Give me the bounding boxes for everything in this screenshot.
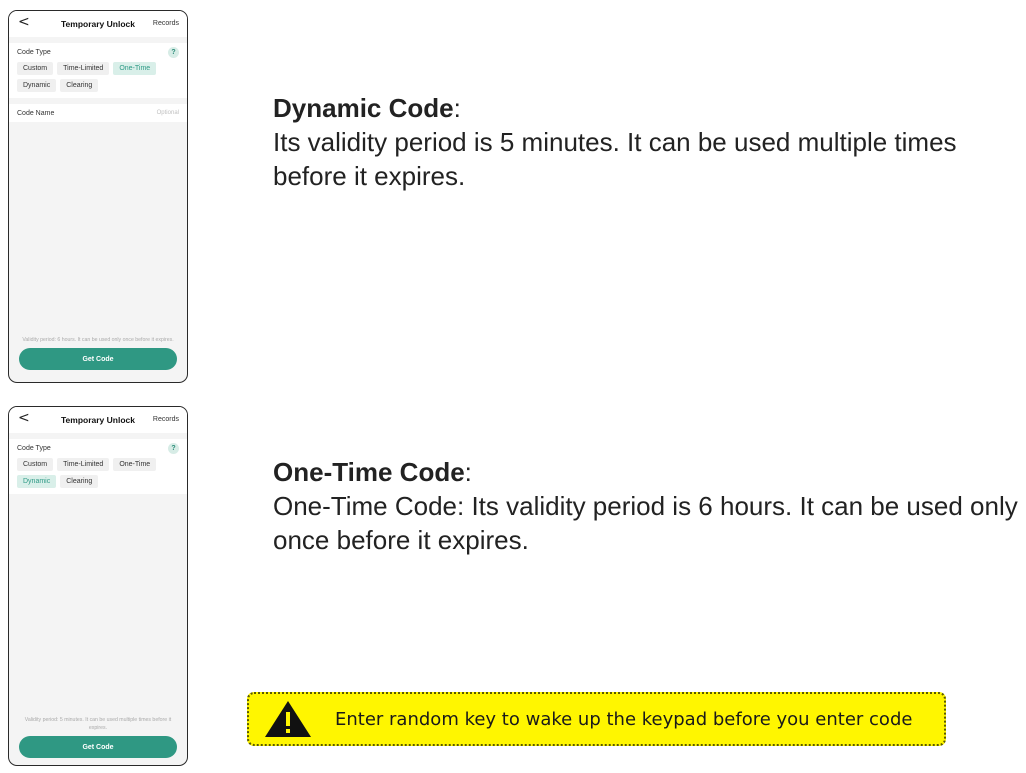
code-type-chips: Custom Time-Limited One-Time Dynamic Cle… <box>17 458 179 488</box>
wake-keypad-warning: Enter random key to wake up the keypad b… <box>247 692 946 746</box>
chip-dynamic[interactable]: Dynamic <box>17 475 57 488</box>
help-icon[interactable]: ? <box>168 443 179 454</box>
chip-custom[interactable]: Custom <box>17 458 54 471</box>
validity-hint: Validity period: 6 hours. It can be used… <box>22 337 174 343</box>
get-code-button[interactable]: Get Code <box>19 348 177 370</box>
dynamic-code-description: Dynamic Code: Its validity period is 5 m… <box>273 91 1025 193</box>
one-time-code-text: One-Time Code: Its validity period is 6 … <box>273 491 1018 555</box>
chip-time-limited[interactable]: Time-Limited <box>57 62 110 75</box>
chip-one-time[interactable]: One-Time <box>113 458 157 471</box>
code-type-card: Code Type ? Custom Time-Limited One-Time… <box>9 439 187 494</box>
phone-screenshot-one-time: < Temporary Unlock Records Code Type ? C… <box>8 10 188 383</box>
records-link[interactable]: Records <box>153 416 179 423</box>
help-icon[interactable]: ? <box>168 47 179 58</box>
back-icon[interactable]: < <box>18 14 30 30</box>
get-code-button[interactable]: Get Code <box>19 736 177 758</box>
code-type-label: Code Type <box>17 445 51 452</box>
nav-bar: < Temporary Unlock Records <box>9 407 187 433</box>
chip-custom[interactable]: Custom <box>17 62 54 75</box>
page-title: Temporary Unlock <box>60 19 135 29</box>
dynamic-code-text: Its validity period is 5 minutes. It can… <box>273 127 957 191</box>
code-type-card: Code Type ? Custom Time-Limited One-Time… <box>9 43 187 98</box>
code-name-placeholder: Optional <box>156 110 179 116</box>
records-link[interactable]: Records <box>153 20 179 27</box>
back-icon[interactable]: < <box>18 410 30 426</box>
warning-icon <box>265 701 311 737</box>
chip-clearing[interactable]: Clearing <box>60 79 99 92</box>
one-time-code-description: One-Time Code: One-Time Code: Its validi… <box>273 455 1025 557</box>
warning-text: Enter random key to wake up the keypad b… <box>335 708 913 730</box>
code-name-field[interactable]: Code Name Optional <box>9 104 187 122</box>
chip-dynamic[interactable]: Dynamic <box>17 79 57 92</box>
chip-clearing[interactable]: Clearing <box>60 475 99 488</box>
one-time-code-heading: One-Time Code <box>273 457 465 487</box>
one-time-code-colon: : <box>464 457 472 487</box>
code-name-label: Code Name <box>17 109 55 117</box>
page-title: Temporary Unlock <box>60 415 135 425</box>
code-type-chips: Custom Time-Limited One-Time Dynamic Cle… <box>17 62 179 92</box>
nav-bar: < Temporary Unlock Records <box>9 11 187 37</box>
chip-time-limited[interactable]: Time-Limited <box>57 458 110 471</box>
dynamic-code-heading: Dynamic Code <box>273 93 454 123</box>
validity-hint: Validity period: 5 minutes. It can be us… <box>24 717 172 731</box>
code-type-label: Code Type <box>17 49 51 56</box>
chip-one-time[interactable]: One-Time <box>113 62 157 75</box>
dynamic-code-colon: : <box>453 93 461 123</box>
phone-screenshot-dynamic: < Temporary Unlock Records Code Type ? C… <box>8 406 188 766</box>
